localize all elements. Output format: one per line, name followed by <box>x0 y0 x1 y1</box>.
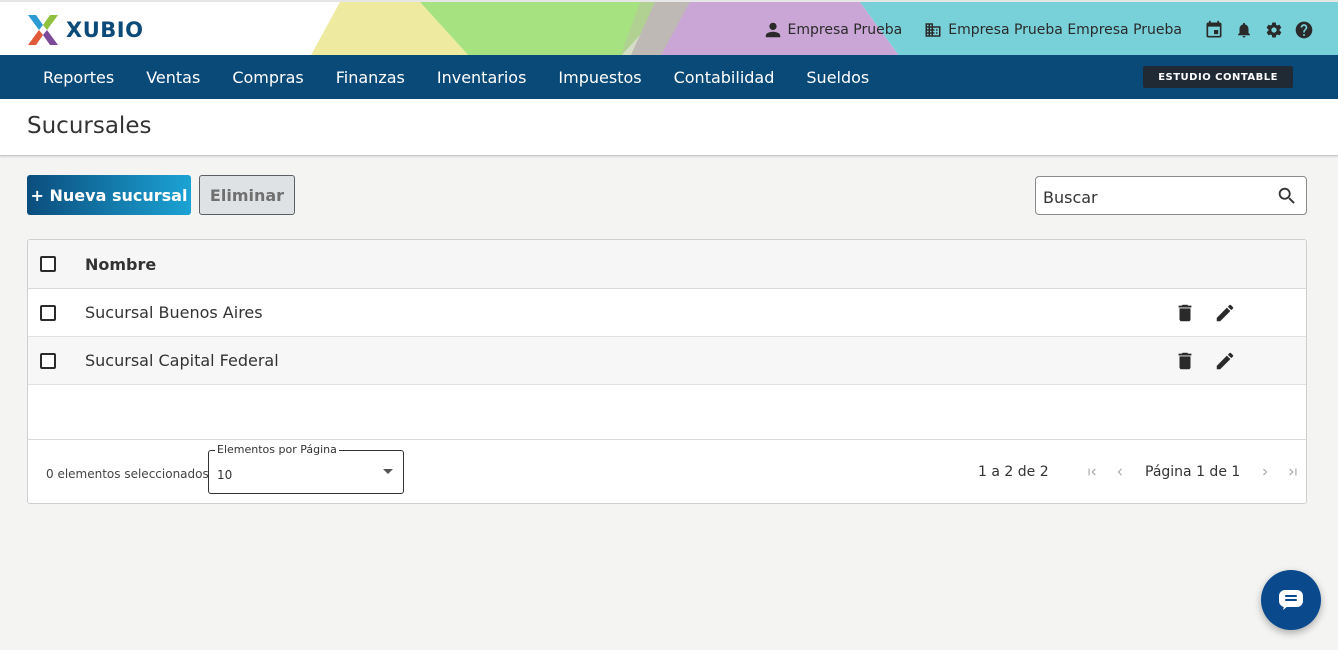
trash-icon[interactable] <box>1174 302 1196 324</box>
table-row[interactable]: Sucursal Buenos Aires <box>28 289 1306 337</box>
caret-down-icon <box>383 469 393 474</box>
page-title: Sucursales <box>27 113 152 139</box>
page-header: Sucursales <box>0 99 1338 156</box>
nav-item-ventas[interactable]: Ventas <box>130 55 216 99</box>
delete-button[interactable]: Eliminar <box>199 175 295 215</box>
company-name: Empresa Prueba Empresa Prueba <box>948 21 1182 38</box>
building-icon <box>925 22 941 37</box>
column-header-nombre[interactable]: Nombre <box>85 255 156 274</box>
brand-name: XUBIO <box>66 18 144 42</box>
items-per-page-value: 10 <box>217 468 233 482</box>
branch-name: Sucursal Capital Federal <box>85 351 279 370</box>
company-menu[interactable]: Empresa Prueba Empresa Prueba <box>924 21 1182 39</box>
previous-page-icon[interactable] <box>1111 463 1129 481</box>
nav-item-compras[interactable]: Compras <box>216 55 319 99</box>
new-branch-button[interactable]: + Nueva sucursal <box>27 175 191 215</box>
nav-item-contabilidad[interactable]: Contabilidad <box>658 55 791 99</box>
nav-item-reportes[interactable]: Reportes <box>27 55 130 99</box>
user-icon <box>765 22 780 37</box>
branch-name: Sucursal Buenos Aires <box>85 303 263 322</box>
trash-icon[interactable] <box>1174 350 1196 372</box>
calendar-icon[interactable] <box>1204 20 1224 40</box>
nav-item-inventarios[interactable]: Inventarios <box>421 55 543 99</box>
bell-icon[interactable] <box>1234 20 1254 40</box>
search-icon[interactable] <box>1276 185 1298 207</box>
search-box <box>1035 176 1307 215</box>
gear-icon[interactable] <box>1264 20 1284 40</box>
help-icon[interactable] <box>1294 20 1314 40</box>
nav-item-finanzas[interactable]: Finanzas <box>320 55 421 99</box>
user-name: Empresa Prueba <box>787 21 903 38</box>
selected-count: 0 elementos seleccionados <box>46 467 209 481</box>
header-actions: Empresa Prueba Empresa Prueba Empresa Pr… <box>764 2 1314 55</box>
nav-item-sueldos[interactable]: Sueldos <box>790 55 885 99</box>
pagination-range: 1 a 2 de 2 <box>978 464 1049 480</box>
pencil-icon[interactable] <box>1214 350 1236 372</box>
select-all-checkbox[interactable] <box>40 256 56 272</box>
row-checkbox[interactable] <box>40 353 56 369</box>
user-menu[interactable]: Empresa Prueba <box>764 21 903 39</box>
first-page-icon[interactable] <box>1083 463 1101 481</box>
chat-button[interactable] <box>1261 570 1321 630</box>
items-per-page-select[interactable]: Elementos por Página 10 <box>208 443 404 494</box>
pencil-icon[interactable] <box>1214 302 1236 324</box>
branches-table: Nombre Sucursal Buenos Aires Sucursal Ca… <box>27 239 1307 504</box>
table-header: Nombre <box>28 240 1306 289</box>
table-footer: 0 elementos seleccionados Elementos por … <box>28 439 1306 503</box>
table-row[interactable]: Sucursal Capital Federal <box>28 337 1306 385</box>
last-page-icon[interactable] <box>1284 463 1302 481</box>
pagination: Página 1 de 1 <box>1083 463 1302 481</box>
top-header: XUBIO Empresa Prueba Empresa Prueba Empr… <box>0 0 1338 55</box>
chat-icon <box>1279 590 1303 610</box>
nav-item-impuestos[interactable]: Impuestos <box>542 55 657 99</box>
xubio-logo[interactable]: XUBIO <box>26 13 143 47</box>
search-input[interactable] <box>1043 185 1263 209</box>
items-per-page-label: Elementos por Página <box>215 443 339 456</box>
page-indicator: Página 1 de 1 <box>1145 464 1241 480</box>
next-page-icon[interactable] <box>1256 463 1274 481</box>
row-checkbox[interactable] <box>40 305 56 321</box>
estudio-contable-badge[interactable]: ESTUDIO CONTABLE <box>1143 66 1293 88</box>
xubio-logo-mark <box>28 15 58 45</box>
main-nav: Reportes Ventas Compras Finanzas Inventa… <box>0 55 1338 99</box>
